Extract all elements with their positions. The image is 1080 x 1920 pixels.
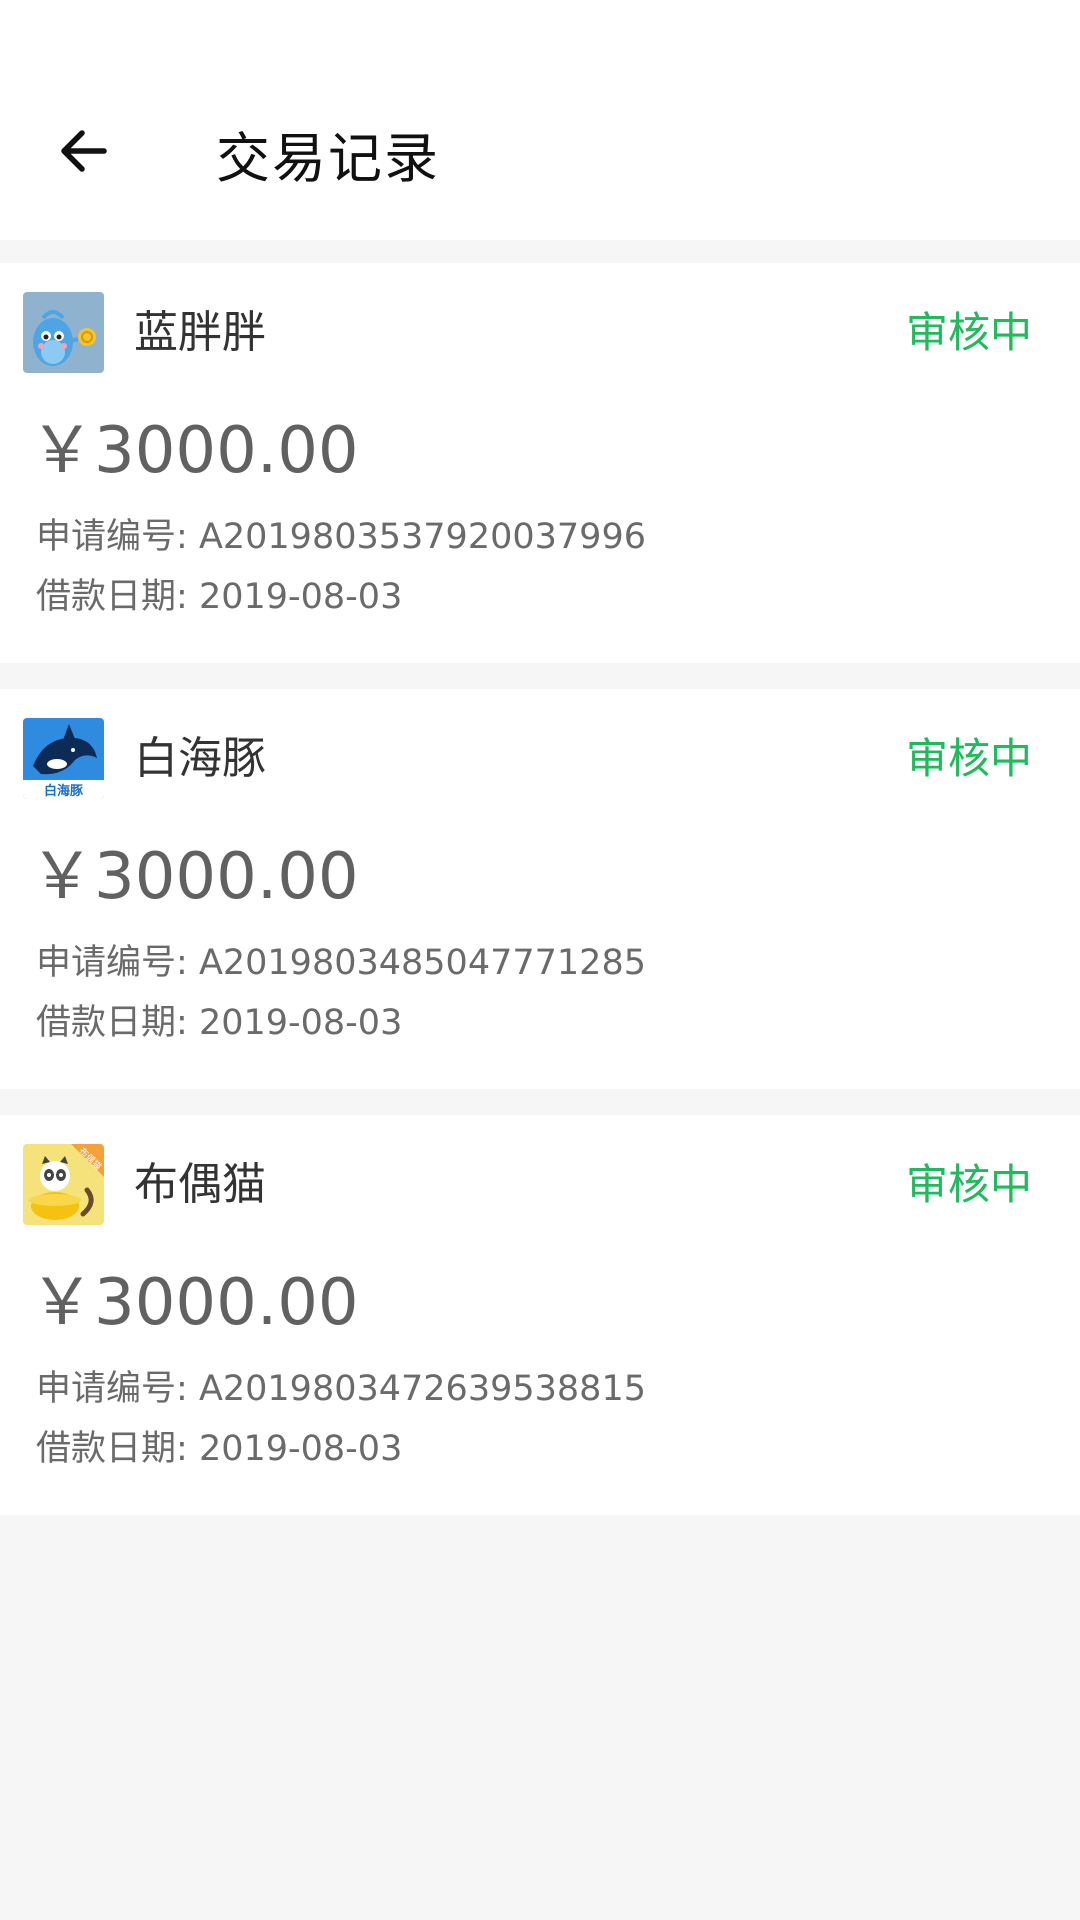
loan-date-line: 借款日期: 2019-08-03 bbox=[36, 573, 402, 621]
blue-mascot-logo bbox=[23, 292, 104, 373]
app-name: 布偶猫 bbox=[134, 1159, 266, 1210]
apply-number: A2019803537920037996 bbox=[198, 517, 646, 557]
loan-date: 2019-08-03 bbox=[198, 577, 403, 617]
icon-label: 白海豚 bbox=[44, 783, 84, 799]
status-badge: 审核中 bbox=[905, 734, 1032, 783]
loan-date: 2019-08-03 bbox=[198, 1429, 403, 1469]
apply-number: A2019803472639538815 bbox=[198, 1369, 646, 1409]
loan-date-line: 借款日期: 2019-08-03 bbox=[36, 1425, 402, 1473]
app-name: 蓝胖胖 bbox=[134, 307, 266, 358]
orca-logo: 白海豚 bbox=[23, 718, 104, 799]
page-title: 交易记录 bbox=[216, 127, 440, 190]
status-badge: 审核中 bbox=[905, 308, 1032, 357]
loan-date-label: 借款日期: bbox=[36, 577, 188, 617]
record-card[interactable]: 布偶猫 布偶猫 审核中 ￥3000.00 申请编号: A201980347263… bbox=[0, 1115, 1080, 1515]
record-card[interactable]: 白海豚 白海豚 审核中 ￥3000.00 申请编号: A201980348504… bbox=[0, 689, 1080, 1089]
apply-number-line: 申请编号: A2019803537920037996 bbox=[36, 513, 646, 561]
record-card[interactable]: 蓝胖胖 审核中 ￥3000.00 申请编号: A2019803537920037… bbox=[0, 263, 1080, 663]
apply-number-line: 申请编号: A2019803485047771285 bbox=[36, 939, 646, 987]
back-button[interactable] bbox=[50, 118, 116, 184]
apply-number-label: 申请编号: bbox=[36, 943, 188, 983]
amount: ￥3000.00 bbox=[30, 1266, 359, 1340]
amount: ￥3000.00 bbox=[30, 840, 359, 914]
apply-number: A2019803485047771285 bbox=[198, 943, 646, 983]
status-badge: 审核中 bbox=[905, 1160, 1032, 1209]
apply-number-line: 申请编号: A2019803472639538815 bbox=[36, 1365, 646, 1413]
loan-date-line: 借款日期: 2019-08-03 bbox=[36, 999, 402, 1047]
arrow-left-icon bbox=[61, 130, 107, 172]
loan-date-label: 借款日期: bbox=[36, 1429, 188, 1469]
loan-date-label: 借款日期: bbox=[36, 1003, 188, 1043]
app-header: 交易记录 bbox=[0, 0, 1080, 240]
app-name: 白海豚 bbox=[134, 733, 266, 784]
apply-number-label: 申请编号: bbox=[36, 517, 188, 557]
loan-date: 2019-08-03 bbox=[198, 1003, 403, 1043]
cat-logo: 布偶猫 bbox=[23, 1144, 104, 1225]
apply-number-label: 申请编号: bbox=[36, 1369, 188, 1409]
amount: ￥3000.00 bbox=[30, 414, 359, 488]
